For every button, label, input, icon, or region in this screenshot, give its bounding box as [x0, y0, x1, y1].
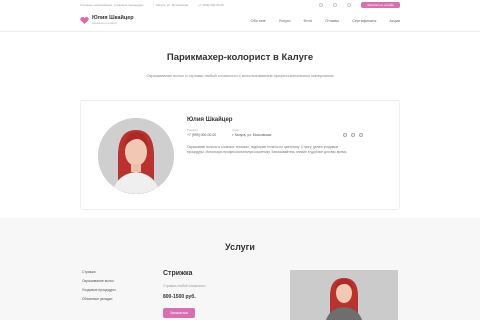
telegram-icon[interactable]	[347, 3, 352, 7]
book-online-button[interactable]: Записаться онлайн	[361, 2, 400, 8]
service-photo	[290, 270, 398, 320]
nav-item-services[interactable]: Услуги	[279, 19, 291, 23]
services-section: Услуги Стрижка Окрашивание волос Уходовы…	[0, 218, 480, 320]
service-price: 800-1500 руб.	[163, 294, 196, 300]
page-subtitle: Окрашивание волос и стрижки любой сложно…	[146, 73, 334, 78]
services-list: Стрижка Окрашивание волос Уходовые проце…	[82, 270, 116, 301]
service-book-button[interactable]: Записаться	[163, 308, 195, 318]
service-item-styling[interactable]: Объемные укладки	[82, 297, 116, 301]
service-item-coloring[interactable]: Окрашивание волос	[82, 279, 116, 283]
topbar-phone-link[interactable]: +7 (999) 000-00-00	[198, 3, 224, 7]
profile-address-label: Адрес	[232, 129, 240, 132]
page-title: Парикмахер-колорист в Калуге	[166, 52, 314, 63]
logo[interactable]: Юлия Шкайцер парикмахер-колорист	[80, 15, 134, 25]
nav-item-about[interactable]: Обо мне	[251, 19, 266, 23]
topbar-address-text: г. Калуга, ул. Московская	[153, 3, 189, 7]
profile-info: Телефон +7 (999) 000-00-00 Адрес г. Калу…	[187, 129, 271, 137]
nav-item-photo[interactable]: Фото	[303, 19, 312, 23]
hero-section: Парикмахер-колорист в Калуге Окрашивание…	[0, 32, 480, 79]
instagram-icon[interactable]	[333, 3, 338, 7]
avatar	[98, 118, 174, 194]
nav-item-promotions[interactable]: Акции	[389, 19, 400, 23]
whatsapp-icon[interactable]	[359, 133, 363, 137]
logo-subtitle: парикмахер-колорист	[92, 21, 118, 25]
top-info-bar: Стрижка, окрашивание, уходовые процедуры…	[0, 0, 480, 10]
profile-address-value: г. Калуга, ул. Московская	[232, 133, 272, 137]
profile-description: Окрашиваю волосы в сложных техниках, под…	[187, 145, 348, 155]
services-title: Услуги	[225, 242, 255, 252]
profile-socials	[343, 133, 363, 137]
service-item-haircut[interactable]: Стрижка	[82, 270, 116, 274]
vk-icon[interactable]	[319, 3, 324, 7]
profile-phone-label: Телефон	[187, 129, 198, 132]
profile-address: Адрес г. Калуга, ул. Московская	[232, 129, 271, 137]
main-nav: Обо мне Услуги Фото Отзывы Сертификаты А…	[251, 19, 400, 23]
profile-phone: Телефон +7 (999) 000-00-00	[187, 129, 216, 137]
vk-icon[interactable]	[343, 133, 347, 137]
service-item-care[interactable]: Уходовые процедуры	[82, 288, 116, 292]
instagram-icon[interactable]	[351, 133, 355, 137]
topbar-services-text: Стрижка, окрашивание, уходовые процедуры	[80, 3, 144, 7]
profile-card: Юлия Шкайцер Телефон +7 (999) 000-00-00 …	[80, 100, 400, 210]
profile-phone-value[interactable]: +7 (999) 000-00-00	[187, 133, 216, 137]
nav-item-reviews[interactable]: Отзывы	[325, 19, 339, 23]
service-name: Стрижка	[163, 270, 193, 277]
nav-item-certificates[interactable]: Сертификаты	[352, 19, 376, 23]
site-header: Юлия Шкайцер парикмахер-колорист Обо мне…	[0, 10, 480, 32]
service-description: Стрижка любой сложности	[163, 284, 206, 288]
logo-heart-icon	[80, 17, 89, 24]
logo-name: Юлия Шкайцер	[92, 15, 134, 21]
profile-name: Юлия Шкайцер	[187, 117, 233, 123]
